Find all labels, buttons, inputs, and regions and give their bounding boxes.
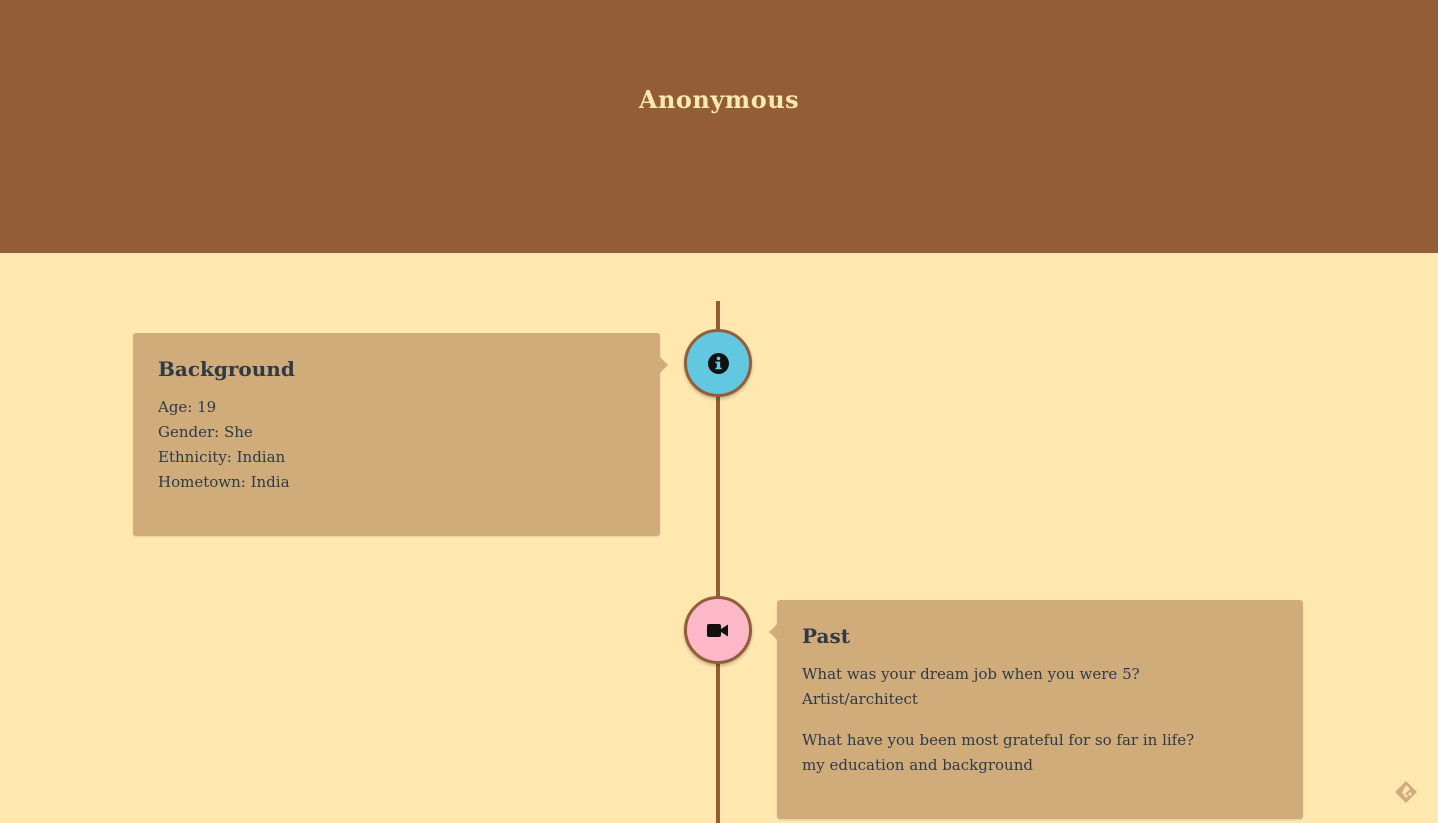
page-header: Anonymous [0, 0, 1438, 253]
background-hometown: Hometown: India [158, 473, 290, 491]
feedly-icon[interactable] [1393, 779, 1419, 805]
qa-answer: my education and background [802, 756, 1033, 774]
page-title: Anonymous [638, 85, 800, 114]
past-card: Past What was your dream job when you we… [769, 600, 1303, 819]
qa-answer: Artist/architect [802, 690, 918, 708]
info-circle-icon [707, 352, 729, 374]
timeline-node-past [684, 596, 752, 664]
background-gender: Gender: She [158, 423, 253, 441]
qa-question: What have you been most grateful for so … [802, 731, 1195, 749]
timeline-node-background [684, 329, 752, 397]
background-title: Background [158, 357, 295, 381]
qa-question: What was your dream job when you were 5? [802, 665, 1140, 683]
background-card: Background Age: 19 Gender: She Ethnicity… [133, 333, 668, 536]
background-ethnicity: Ethnicity: Indian [158, 448, 286, 466]
background-age: Age: 19 [158, 398, 217, 416]
qa-item: What have you been most grateful for so … [802, 728, 1278, 778]
qa-item: What was your dream job when you were 5?… [802, 662, 1278, 712]
video-camera-icon [707, 623, 728, 637]
past-title: Past [802, 624, 850, 648]
